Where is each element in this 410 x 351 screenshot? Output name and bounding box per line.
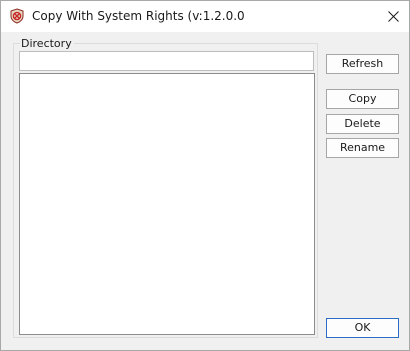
refresh-button[interactable]: Refresh [326,54,399,74]
window-title: Copy With System Rights (v:1.2.0.0 [32,9,245,23]
directory-path-input[interactable] [19,51,314,71]
app-window: Copy With System Rights (v:1.2.0.0 Direc… [0,0,410,351]
delete-button[interactable]: Delete [326,114,399,134]
title-bar[interactable]: Copy With System Rights (v:1.2.0.0 [1,1,409,32]
copy-button[interactable]: Copy [326,89,399,109]
app-shield-icon [9,8,25,24]
ok-button[interactable]: OK [326,318,399,338]
close-icon [388,11,399,22]
directory-group-label: Directory [20,37,74,51]
directory-file-list[interactable] [19,73,315,335]
rename-button[interactable]: Rename [326,138,399,158]
close-button[interactable] [378,1,409,32]
